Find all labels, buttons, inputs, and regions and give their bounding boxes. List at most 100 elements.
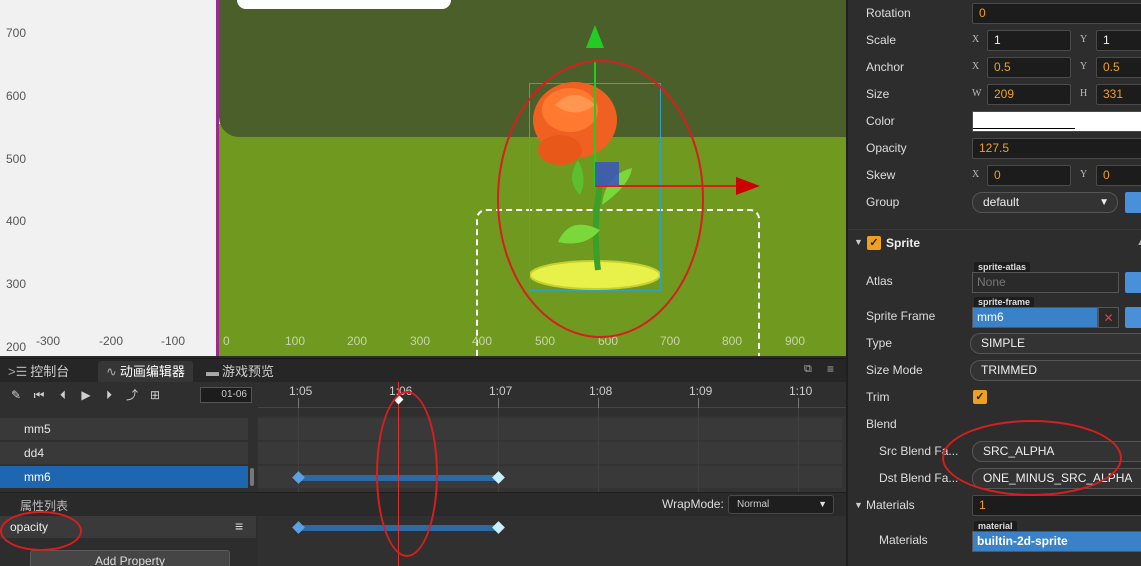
opacity-field[interactable]: 127.5 xyxy=(972,138,1141,159)
timeline-ruler[interactable]: 1:05 1:06 1:07 1:08 1:09 1:10 xyxy=(258,382,846,408)
jump-first-icon[interactable]: ⏮ xyxy=(32,387,46,403)
sprite-frame-field[interactable]: mm6 xyxy=(972,307,1098,328)
size-w-field[interactable]: 209 xyxy=(987,84,1071,105)
red-annotation-circle xyxy=(376,391,438,557)
rotation-row: Rotation 0 xyxy=(848,0,1141,27)
group-edit-button[interactable] xyxy=(1125,192,1141,213)
ruler-y-label: 700 xyxy=(6,26,27,40)
atlas-edit-button[interactable] xyxy=(1125,272,1141,293)
ruler-y-label: 300 xyxy=(6,277,27,291)
collapse-arrow-icon[interactable]: ▼ xyxy=(854,500,863,510)
ruler-x-label: 300 xyxy=(410,334,431,348)
rotation-field[interactable]: 0 xyxy=(972,3,1141,24)
track-mm5[interactable] xyxy=(258,418,842,440)
ruler-x-label: -200 xyxy=(99,334,124,348)
tab-animation-editor[interactable]: ∿ 动画编辑器 xyxy=(98,361,193,383)
ruler-x-label: 400 xyxy=(472,334,493,348)
component-menu-icon[interactable]: ▲ xyxy=(1136,236,1141,248)
size-row: Size W 209 H 331 xyxy=(848,81,1141,108)
sprite-frame-row: Sprite Frame sprite-frame mm6 ✕ xyxy=(848,297,1141,330)
scale-row: Scale X 1 Y 1 xyxy=(848,27,1141,54)
anchor-y-field[interactable]: 0.5 xyxy=(1096,57,1141,78)
scale-x-field[interactable]: 1 xyxy=(987,30,1071,51)
skew-y-field[interactable]: 0 xyxy=(1096,165,1141,186)
wrap-mode-select[interactable]: Normal ▼ xyxy=(728,495,834,514)
anim-toolbar: ✎ ⏮ ⏴ ▶ ⏵ ⤴ ⊞ 01-06 xyxy=(0,382,256,408)
collapse-arrow-icon[interactable]: ▼ xyxy=(854,237,863,247)
color-swatch[interactable] xyxy=(972,111,1141,132)
red-annotation-circle xyxy=(497,60,704,338)
clear-icon[interactable]: ✕ xyxy=(1098,307,1119,328)
maximize-icon[interactable]: ⧉ xyxy=(804,363,812,376)
red-annotation-circle xyxy=(0,511,82,551)
menu-icon[interactable]: ≡ xyxy=(827,362,834,376)
frame-input[interactable]: 01-06 xyxy=(200,387,252,403)
materials-item-row: Materials material builtin-2d-sprite xyxy=(848,521,1141,554)
size-mode-row: Size Mode TRIMMED xyxy=(848,357,1141,384)
scale-y-field[interactable]: 1 xyxy=(1096,30,1141,51)
tick-label: 1:10 xyxy=(789,384,813,398)
ruler-x-label: 0 xyxy=(223,334,230,348)
materials-count-field[interactable]: 1 xyxy=(972,495,1141,516)
add-property-button[interactable]: Add Property xyxy=(30,550,230,566)
atlas-field[interactable]: None xyxy=(972,272,1119,293)
edit-mode-icon[interactable]: ✎ xyxy=(9,387,23,403)
canvas-border xyxy=(216,0,219,356)
ruler-x-label: -100 xyxy=(161,334,186,348)
ruler-x-label: 200 xyxy=(347,334,368,348)
chevron-down-icon: ▼ xyxy=(1099,197,1109,208)
group-select[interactable]: default ▼ xyxy=(972,192,1118,213)
gizmo-x-arrow-icon xyxy=(736,177,760,195)
scene-view[interactable]: 700 600 500 400 300 200 -300 -200 -100 0… xyxy=(0,0,846,356)
chevron-down-icon: ▼ xyxy=(818,499,827,509)
size-mode-select[interactable]: TRIMMED xyxy=(970,360,1141,381)
type-select[interactable]: SIMPLE xyxy=(970,333,1141,354)
animation-icon: ∿ xyxy=(106,364,117,379)
bottom-panel-tabs: >☰ 控制台 ∿ 动画编辑器 ▬ 游戏预览 ⧉ ≡ xyxy=(0,358,846,383)
anchor-x-field[interactable]: 0.5 xyxy=(987,57,1071,78)
red-annotation-circle xyxy=(942,420,1122,496)
app-window: 700 600 500 400 300 200 -300 -200 -100 0… xyxy=(0,0,1141,566)
trim-row: Trim ✓ xyxy=(848,384,1141,411)
trim-checkbox[interactable]: ✓ xyxy=(973,390,987,404)
tab-game-preview[interactable]: ▬ 游戏预览 xyxy=(198,361,282,383)
sprite-component-header[interactable]: ▼ ✓ Sprite ▲ xyxy=(848,229,1141,256)
ruler-x-label: 900 xyxy=(785,334,806,348)
prev-frame-icon[interactable]: ⏴ xyxy=(56,387,70,403)
material-field[interactable]: builtin-2d-sprite xyxy=(972,531,1141,552)
ruler-x-label: 100 xyxy=(285,334,306,348)
color-row: Color xyxy=(848,108,1141,135)
add-event-icon[interactable]: ⤴ xyxy=(125,387,139,403)
console-icon: >☰ xyxy=(8,364,28,379)
group-row: Group default ▼ xyxy=(848,189,1141,216)
tab-console[interactable]: >☰ 控制台 xyxy=(0,361,77,383)
anchor-row: Anchor X 0.5 Y 0.5 xyxy=(848,54,1141,81)
ruler-y-label: 600 xyxy=(6,89,27,103)
node-list: mm5 dd4 mm6 xyxy=(0,416,256,492)
node-row-mm5[interactable]: mm5 xyxy=(0,418,248,440)
scene-outside-area xyxy=(0,0,217,356)
add-keyframe-icon[interactable]: ⊞ xyxy=(148,387,162,403)
atlas-row: Atlas sprite-atlas None xyxy=(848,262,1141,295)
node-row-mm6[interactable]: mm6 xyxy=(0,466,248,488)
tick-label: 1:05 xyxy=(289,384,313,398)
ruler-y-label: 500 xyxy=(6,152,27,166)
size-h-field[interactable]: 331 xyxy=(1096,84,1141,105)
play-icon[interactable]: ▶ xyxy=(79,387,93,403)
property-track[interactable] xyxy=(258,516,846,566)
materials-row: ▼ Materials 1 xyxy=(848,492,1141,519)
track-dd4[interactable] xyxy=(258,442,842,464)
opacity-row: Opacity 127.5 xyxy=(848,135,1141,162)
type-row: Type SIMPLE xyxy=(848,330,1141,357)
node-row-dd4[interactable]: dd4 xyxy=(0,442,248,464)
skew-x-field[interactable]: 0 xyxy=(987,165,1071,186)
sprite-enabled-checkbox[interactable]: ✓ xyxy=(867,236,881,250)
sprite-frame-edit-button[interactable] xyxy=(1125,307,1141,328)
ruler-x-label: 800 xyxy=(722,334,743,348)
hamburger-menu-icon[interactable]: ≡ xyxy=(235,518,243,534)
inspector-panel: Rotation 0 Scale X 1 Y 1 Anchor X 0.5 Y … xyxy=(846,0,1141,566)
skew-row: Skew X 0 Y 0 xyxy=(848,162,1141,189)
ruler-x-label: 500 xyxy=(535,334,556,348)
node-list-scrollbar[interactable] xyxy=(250,468,254,486)
next-frame-icon[interactable]: ⏵ xyxy=(102,387,116,403)
